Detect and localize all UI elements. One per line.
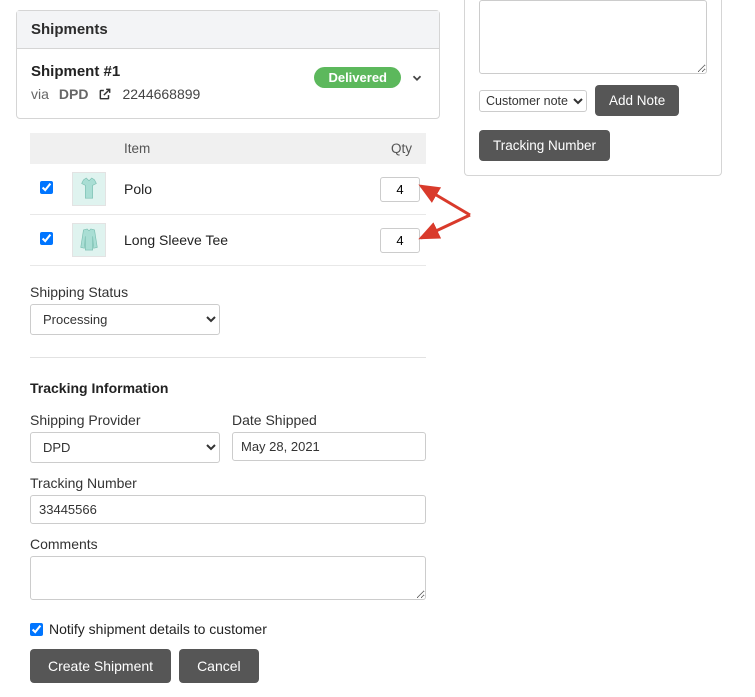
qty-input[interactable] xyxy=(380,177,420,202)
date-shipped-input[interactable] xyxy=(232,432,426,461)
item-name: Polo xyxy=(116,164,356,215)
tracking-display: 2244668899 xyxy=(122,86,200,102)
shipments-panel-header: Shipments xyxy=(17,11,439,49)
qty-input[interactable] xyxy=(380,228,420,253)
shipments-panel: Shipments Shipment #1 via DPD 2244668899… xyxy=(16,10,440,119)
create-shipment-button[interactable]: Create Shipment xyxy=(30,649,171,683)
provider-label: Shipping Provider xyxy=(30,412,220,428)
notify-checkbox[interactable] xyxy=(30,623,43,636)
col-qty: Qty xyxy=(356,133,426,164)
cancel-button[interactable]: Cancel xyxy=(179,649,259,683)
table-row: Long Sleeve Tee xyxy=(30,215,426,266)
add-note-button[interactable]: Add Note xyxy=(595,85,679,116)
divider xyxy=(30,357,426,358)
table-row: Polo xyxy=(30,164,426,215)
col-item: Item xyxy=(116,133,356,164)
external-link-icon[interactable] xyxy=(98,87,112,101)
col-checkbox xyxy=(30,133,62,164)
note-textarea[interactable] xyxy=(479,0,707,74)
item-name: Long Sleeve Tee xyxy=(116,215,356,266)
notes-panel: Customer note Add Note Tracking Number xyxy=(464,0,722,176)
comments-input[interactable] xyxy=(30,556,426,600)
note-type-select[interactable]: Customer note xyxy=(479,90,587,112)
tracking-number-button[interactable]: Tracking Number xyxy=(479,130,610,161)
notify-label: Notify shipment details to customer xyxy=(49,621,267,637)
shipping-status-label: Shipping Status xyxy=(30,284,426,300)
provider-select[interactable]: DPD xyxy=(30,432,220,463)
shipment-via-row: via DPD 2244668899 xyxy=(31,86,200,102)
tracking-number-input[interactable] xyxy=(30,495,426,524)
create-shipment-form: Item Qty Polo Lon xyxy=(16,119,440,697)
via-prefix: via xyxy=(31,86,49,102)
row-checkbox[interactable] xyxy=(40,232,53,245)
comments-label: Comments xyxy=(30,536,426,552)
items-table: Item Qty Polo Lon xyxy=(30,133,426,266)
shipping-status-select[interactable]: Processing xyxy=(30,304,220,335)
product-thumb-longsleeve xyxy=(72,223,106,257)
chevron-down-icon[interactable] xyxy=(409,70,425,86)
status-badge: Delivered xyxy=(314,67,401,88)
product-thumb-polo xyxy=(72,172,106,206)
tracking-info-title: Tracking Information xyxy=(30,380,426,396)
carrier-name: DPD xyxy=(59,86,89,102)
tracking-number-label: Tracking Number xyxy=(30,475,426,491)
col-image xyxy=(62,133,116,164)
shipment-head: Shipment #1 via DPD 2244668899 Delivered xyxy=(17,49,439,118)
row-checkbox[interactable] xyxy=(40,181,53,194)
date-shipped-label: Date Shipped xyxy=(232,412,426,428)
shipment-title: Shipment #1 xyxy=(31,63,200,80)
